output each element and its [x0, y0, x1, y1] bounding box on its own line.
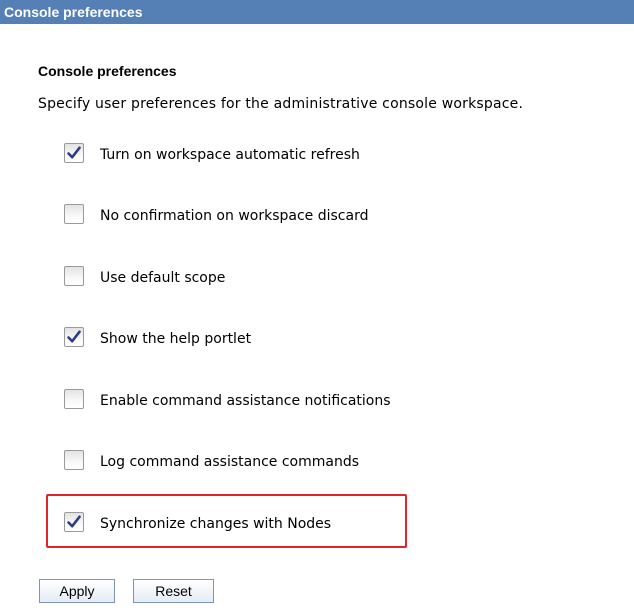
auto-refresh-checkbox[interactable]: [64, 143, 84, 163]
sync-nodes-checkbox[interactable]: [64, 512, 84, 532]
pref-row-default-scope[interactable]: Use default scope: [64, 264, 225, 288]
check-icon: [67, 330, 81, 343]
command-notifications-checkbox[interactable]: [64, 389, 84, 409]
pref-row-auto-refresh[interactable]: Turn on workspace automatic refresh: [64, 141, 360, 165]
help-portlet-label: Show the help portlet: [100, 331, 252, 347]
command-notifications-label: Enable command assistance notifications: [100, 393, 391, 409]
default-scope-label: Use default scope: [100, 270, 226, 286]
apply-button[interactable]: Apply: [39, 579, 115, 603]
pref-row-sync-nodes[interactable]: Synchronize changes with Nodes: [64, 510, 331, 534]
pref-row-no-confirm-discard[interactable]: No confirmation on workspace discard: [64, 202, 368, 226]
default-scope-checkbox[interactable]: [64, 266, 84, 286]
help-portlet-checkbox[interactable]: [64, 327, 84, 347]
no-confirm-discard-label: No confirmation on workspace discard: [100, 208, 369, 224]
log-commands-label: Log command assistance commands: [100, 454, 360, 470]
window-title: Console preferences: [0, 0, 634, 24]
console-preferences-page: Console preferences Console preferences …: [0, 0, 634, 608]
reset-button[interactable]: Reset: [133, 579, 214, 603]
check-icon: [67, 146, 81, 159]
no-confirm-discard-checkbox[interactable]: [64, 204, 84, 224]
section-heading: Console preferences: [38, 63, 177, 79]
sync-nodes-label: Synchronize changes with Nodes: [100, 516, 332, 532]
auto-refresh-label: Turn on workspace automatic refresh: [100, 147, 360, 163]
pref-row-log-commands[interactable]: Log command assistance commands: [64, 448, 359, 472]
section-description: Specify user preferences for the adminis…: [38, 96, 524, 112]
pref-row-help-portlet[interactable]: Show the help portlet: [64, 325, 251, 349]
log-commands-checkbox[interactable]: [64, 450, 84, 470]
pref-row-command-notifications[interactable]: Enable command assistance notifications: [64, 387, 391, 411]
check-icon: [67, 515, 81, 528]
